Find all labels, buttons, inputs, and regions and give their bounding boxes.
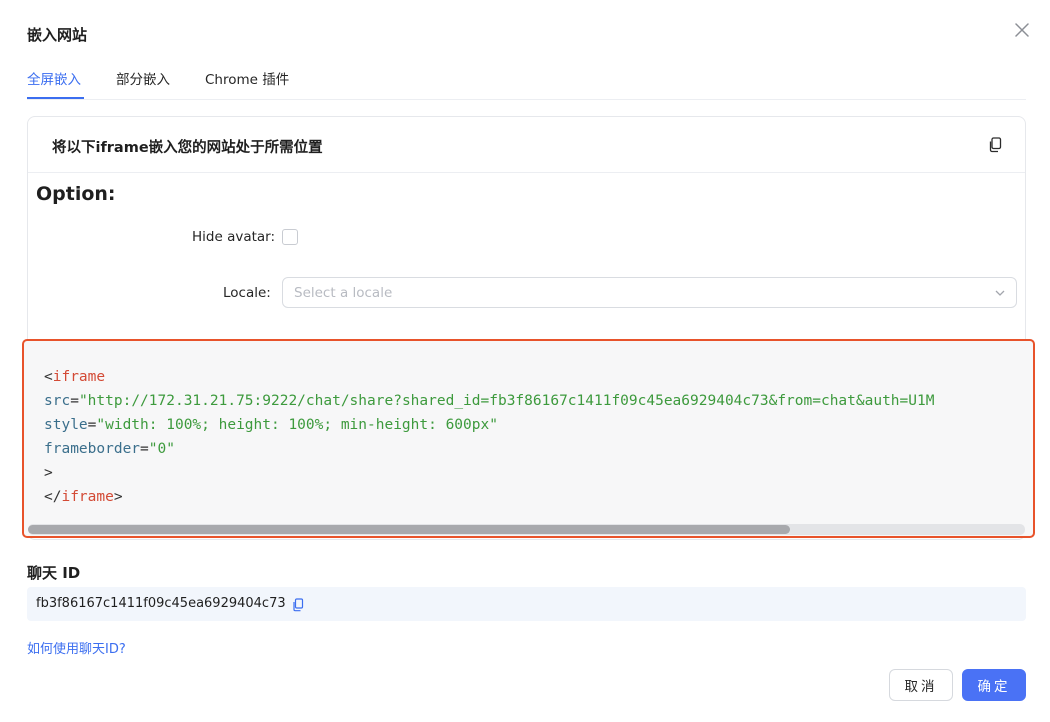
code-token: iframe [61, 489, 114, 505]
code-token: </ [44, 489, 62, 505]
hide-avatar-checkbox[interactable] [282, 229, 298, 245]
copy-icon[interactable] [988, 137, 1002, 153]
locale-select-placeholder: Select a locale [294, 285, 393, 301]
locale-select[interactable]: Select a locale [282, 277, 1017, 308]
modal-title: 嵌入网站 [27, 26, 88, 44]
iframe-code: <iframe src="http://172.31.21.75:9222/ch… [44, 365, 934, 509]
code-line-2: src="http://172.31.21.75:9222/chat/share… [44, 393, 934, 409]
code-token: = [140, 441, 149, 457]
code-line-6: </iframe> [44, 489, 123, 505]
label-colon: : [270, 229, 276, 245]
ok-button[interactable]: 确定 [962, 669, 1026, 701]
copy-chat-id-icon[interactable] [292, 597, 304, 612]
card-header: 将以下iframe嵌入您的网站处于所需位置 [28, 117, 1025, 173]
code-line-3: style="width: 100%; height: 100%; min-he… [44, 417, 498, 433]
hide-avatar-label-text: Hide avatar [192, 229, 271, 245]
chevron-down-icon [995, 290, 1005, 296]
code-token: > [113, 489, 123, 505]
tab-fullscreen-embed[interactable]: 全屏嵌入 [27, 68, 81, 88]
code-line-4: frameborder="0" [44, 441, 175, 457]
code-token: = [70, 393, 79, 409]
embed-website-modal: 嵌入网站 全屏嵌入 部分嵌入 Chrome 插件 将以下iframe嵌入您的网站… [0, 0, 1050, 722]
label-colon: : [266, 285, 271, 301]
active-tab-indicator [27, 97, 84, 99]
option-heading: Option: [36, 183, 116, 205]
how-to-use-chat-id-link[interactable]: 如何使用聊天ID? [27, 638, 126, 657]
code-token: "http://172.31.21.75:9222/chat/share?sha… [78, 393, 935, 409]
cancel-button[interactable]: 取消 [889, 669, 953, 701]
code-token: "width: 100%; height: 100%; min-height: … [96, 417, 498, 433]
code-line-1: <iframe [44, 369, 105, 385]
horizontal-scrollbar[interactable] [28, 524, 1025, 535]
hide-avatar-label: Hide avatar: [192, 229, 275, 245]
close-icon[interactable] [1013, 21, 1031, 39]
code-token: style [44, 417, 88, 433]
chat-id-field: fb3f86167c1411f09c45ea6929404c73 [27, 587, 1026, 621]
locale-label: Locale: [223, 285, 271, 301]
iframe-code-block[interactable]: <iframe src="http://172.31.21.75:9222/ch… [22, 339, 1035, 538]
code-token: > [44, 465, 53, 481]
tab-chrome-plugin[interactable]: Chrome 插件 [205, 68, 289, 88]
code-token: frameborder [44, 441, 141, 457]
code-token: "0" [148, 441, 175, 457]
card-title: 将以下iframe嵌入您的网站处于所需位置 [52, 140, 323, 156]
code-line-5: > [44, 465, 53, 481]
code-token: iframe [52, 369, 106, 385]
chat-id-value: fb3f86167c1411f09c45ea6929404c73 [36, 596, 286, 611]
scrollbar-thumb[interactable] [28, 525, 790, 534]
locale-label-text: Locale [223, 285, 267, 301]
chat-id-label: 聊天 ID [27, 564, 81, 582]
tab-partial-embed[interactable]: 部分嵌入 [116, 68, 170, 88]
code-token: < [44, 369, 53, 385]
embed-tabs: 全屏嵌入 部分嵌入 Chrome 插件 [27, 62, 1026, 100]
code-token: src [44, 393, 71, 409]
